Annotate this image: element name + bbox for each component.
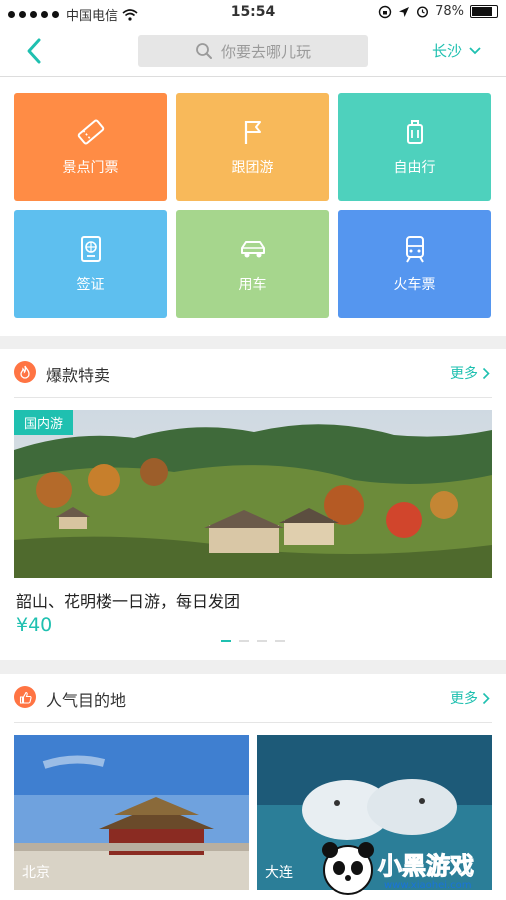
- carousel-dot: [257, 640, 267, 642]
- chevron-right-icon: [482, 692, 490, 704]
- carousel-dot: [239, 640, 249, 642]
- search-box[interactable]: 你要去哪儿玩: [138, 35, 368, 67]
- search-icon: [196, 43, 212, 59]
- category-tile-car-rental[interactable]: 用车: [176, 210, 329, 318]
- deal-price: ¥40: [16, 614, 53, 636]
- rotation-lock-icon: [378, 5, 392, 18]
- category-label: 用车: [238, 277, 267, 293]
- section-title: 爆款特卖: [46, 366, 111, 385]
- divider: [14, 722, 492, 723]
- alarm-icon: [417, 6, 429, 18]
- carousel-indicator: [0, 640, 506, 642]
- category-tile-train-tickets[interactable]: 火车票: [338, 210, 491, 318]
- more-link[interactable]: 更多: [450, 688, 490, 708]
- passport-icon: [80, 236, 101, 262]
- chevron-right-icon: [482, 367, 490, 379]
- category-tile-independent-travel[interactable]: 自由行: [338, 93, 491, 201]
- more-label: 更多: [450, 691, 478, 707]
- panda-icon: [322, 842, 374, 895]
- divider: [14, 397, 492, 398]
- thumbs-up-icon: [14, 686, 36, 708]
- city-label: 长沙: [431, 42, 462, 60]
- search-placeholder: 你要去哪儿玩: [220, 42, 311, 61]
- category-tile-visa[interactable]: 签证: [14, 210, 167, 318]
- carousel-dot-active: [221, 640, 231, 642]
- category-label: 跟团游: [231, 160, 274, 176]
- category-label: 景点门票: [62, 160, 119, 176]
- city-selector[interactable]: 长沙: [432, 40, 482, 61]
- category-label: 自由行: [393, 160, 436, 176]
- back-arrow-icon[interactable]: [18, 34, 52, 68]
- category-tile-tickets[interactable]: 景点门票: [14, 93, 167, 201]
- location-arrow-icon: [399, 6, 410, 17]
- destination-label: 大连: [265, 865, 293, 881]
- ticket-icon: [77, 119, 104, 145]
- deal-banner-image[interactable]: [14, 410, 492, 578]
- domestic-tour-tag: 国内游: [14, 410, 74, 435]
- destination-label: 北京: [22, 865, 50, 881]
- popular-header: 人气目的地 更多: [0, 674, 506, 723]
- deal-title[interactable]: 韶山、花明楼一日游，每日发团: [16, 588, 240, 612]
- category-tile-group-tour[interactable]: 跟团游: [176, 93, 329, 201]
- watermark-logo: 小黑游戏 www.xiaohei.com: [318, 840, 504, 898]
- carousel-dot: [275, 640, 285, 642]
- category-label: 火车票: [393, 277, 436, 293]
- watermark-brand: 小黑游戏: [378, 852, 475, 881]
- luggage-icon: [406, 120, 423, 144]
- hot-deals-header: 爆款特卖 更多: [0, 349, 506, 398]
- train-icon: [405, 236, 424, 263]
- category-label: 签证: [76, 277, 105, 293]
- destination-card-beijing[interactable]: 北京: [14, 735, 249, 890]
- navigation-bar: 你要去哪儿玩 长沙: [0, 26, 506, 77]
- flame-icon: [14, 361, 36, 383]
- more-link[interactable]: 更多: [450, 363, 490, 383]
- watermark-url: www.xiaohei.com: [384, 880, 472, 891]
- battery-icon: [470, 5, 498, 18]
- more-label: 更多: [450, 366, 478, 382]
- car-icon: [240, 241, 265, 258]
- section-title: 人气目的地: [46, 691, 127, 710]
- status-bar: 中国电信 15:54 78%: [0, 0, 506, 26]
- chevron-down-icon: [469, 46, 481, 54]
- category-grid: 景点门票 跟团游 自由行 签证 用车 火车票: [0, 77, 506, 336]
- flag-icon: [244, 121, 261, 144]
- battery-percent: 78%: [435, 4, 464, 19]
